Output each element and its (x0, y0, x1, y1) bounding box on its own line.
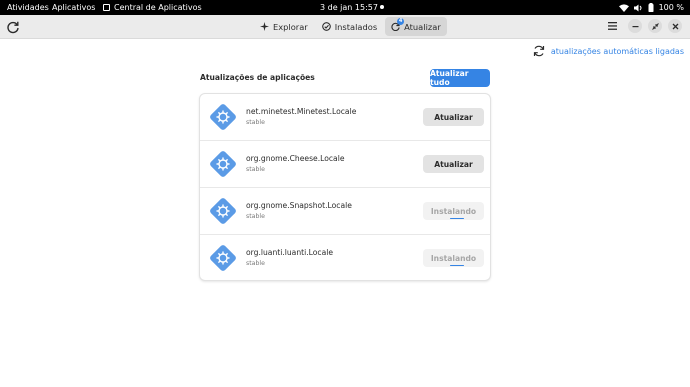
minimize-button[interactable] (628, 19, 642, 33)
restore-icon (651, 22, 659, 30)
shopping-bag-icon (103, 4, 110, 11)
tab-explore[interactable]: Explorar (254, 17, 314, 36)
auto-updates-link[interactable]: atualizações automáticas ligadas (533, 45, 684, 57)
app-name: org.gnome.Snapshot.Locale (246, 201, 352, 210)
install-progress-bar (450, 264, 464, 266)
install-progress-bar (450, 217, 464, 219)
installing-label: Instalando (430, 253, 477, 263)
app-branch: stable (246, 213, 265, 220)
main-menu-button[interactable] (605, 19, 619, 33)
auto-updates-label: atualizações automáticas ligadas (550, 46, 684, 56)
close-icon (672, 23, 678, 29)
tab-label: Explorar (273, 21, 308, 32)
refresh-icon[interactable] (6, 20, 20, 34)
update-button[interactable]: Atualizar (423, 108, 484, 126)
installing-label: Instalando (430, 206, 477, 216)
app-menu-label: Central de Aplicativos (114, 3, 202, 12)
tab-label: Instalados (334, 21, 378, 32)
volume-icon (633, 4, 642, 11)
list-item[interactable]: org.luanti.luanti.Locale stable Instalan… (200, 235, 490, 280)
app-name: org.gnome.Cheese.Locale (246, 154, 345, 163)
star-icon (260, 22, 269, 31)
tab-installed[interactable]: Instalados (316, 17, 383, 36)
app-branch: stable (246, 260, 265, 267)
updates-count-badge: 4 (397, 18, 405, 25)
installing-button: Instalando (423, 249, 484, 267)
top-bar: Atividades Aplicativos Central de Aplica… (0, 0, 690, 15)
restore-button[interactable] (648, 19, 662, 33)
system-status-area[interactable]: 100 % (618, 0, 684, 15)
section-title: Atualizações de aplicações (200, 73, 315, 82)
window-controls (605, 19, 682, 33)
sync-icon (533, 45, 544, 57)
battery-icon (648, 3, 654, 12)
update-button[interactable]: Atualizar (423, 155, 484, 173)
package-icon (210, 151, 236, 177)
package-icon (210, 245, 236, 271)
check-circle-icon (321, 22, 331, 31)
notification-dot (380, 5, 384, 9)
app-menu[interactable]: Central de Aplicativos (103, 0, 202, 15)
package-icon (210, 198, 236, 224)
list-item[interactable]: org.gnome.Cheese.Locale stable Atualizar (200, 141, 490, 188)
package-icon (210, 104, 236, 130)
activities-button[interactable]: Atividades (7, 0, 49, 15)
header-bar: Explorar Instalados 4 Atualizar (0, 15, 690, 39)
close-button[interactable] (668, 19, 682, 33)
view-switcher: Explorar Instalados 4 Atualizar (254, 17, 447, 36)
clock[interactable]: 3 de jan 15:57 (320, 0, 378, 15)
battery-percent: 100 % (658, 3, 684, 12)
app-branch: stable (246, 166, 265, 173)
list-item[interactable]: org.gnome.Snapshot.Locale stable Instala… (200, 188, 490, 235)
app-branch: stable (246, 119, 265, 126)
update-all-button[interactable]: Atualizar tudo (430, 69, 490, 87)
installing-button: Instalando (423, 202, 484, 220)
app-name: org.luanti.luanti.Locale (246, 248, 334, 257)
applications-menu[interactable]: Aplicativos (52, 0, 95, 15)
hamburger-menu-icon (607, 22, 617, 30)
wifi-icon (618, 3, 629, 12)
app-name: net.minetest.Minetest.Locale (246, 107, 357, 116)
minimize-icon (632, 25, 638, 27)
list-item[interactable]: net.minetest.Minetest.Locale stable Atua… (200, 94, 490, 141)
tab-label: Atualizar (404, 21, 441, 32)
updates-list: net.minetest.Minetest.Locale stable Atua… (199, 93, 491, 281)
tab-updates[interactable]: 4 Atualizar (385, 17, 447, 36)
